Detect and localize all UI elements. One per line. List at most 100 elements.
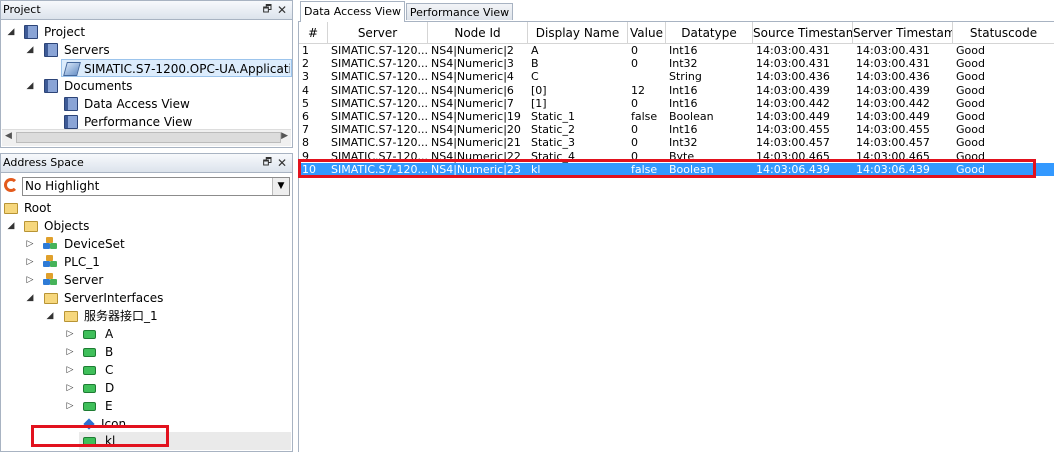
collapse-icon[interactable]: ◢ <box>25 77 35 95</box>
tree-item-project[interactable]: ◢ Project <box>1 23 291 41</box>
expand-icon[interactable]: ▷ <box>25 235 35 253</box>
tree-item-data-access-view[interactable]: Data Access View <box>1 95 291 113</box>
cell-display-name: B <box>531 57 539 71</box>
cell-server-timestamp: 14:03:00.455 <box>856 123 930 137</box>
project-panel: Project 🗗 ✕ ◢ Project ◢ Servers SIMATIC.… <box>0 0 293 148</box>
folder-icon <box>24 221 38 232</box>
pin-icon[interactable]: 🗗 <box>263 1 272 19</box>
scroll-right-icon[interactable]: ▶ <box>281 131 288 141</box>
tree-item-serverinterfaces[interactable]: ◢ ServerInterfaces <box>1 289 291 307</box>
tree-item-var-d[interactable]: ▷ D <box>1 379 291 397</box>
project-panel-header: Project 🗗 ✕ <box>1 1 292 20</box>
table-row[interactable]: 4 SIMATIC.S7-120... NS4|Numeric|6 [0] 12… <box>299 84 1054 97</box>
tree-label: D <box>105 381 115 395</box>
column-header-num[interactable]: # <box>299 22 328 44</box>
tree-label: PLC_1 <box>64 255 100 269</box>
column-header-display-name[interactable]: Display Name <box>528 22 628 44</box>
table-row[interactable]: 2 SIMATIC.S7-120... NS4|Numeric|3 B 0 In… <box>299 57 1054 70</box>
pin-icon[interactable]: 🗗 <box>263 154 272 172</box>
expand-icon[interactable]: ▷ <box>25 253 35 271</box>
tree-item-server[interactable]: ▷ Server <box>1 271 291 289</box>
table-row[interactable]: 6 SIMATIC.S7-120... NS4|Numeric|19 Stati… <box>299 110 1054 123</box>
scroll-left-icon[interactable]: ◀ <box>5 131 12 141</box>
cell-value: 0 <box>631 136 638 150</box>
tab-performance-view[interactable]: Performance View <box>406 3 513 20</box>
tree-label: E <box>105 399 113 413</box>
variable-icon <box>83 402 96 411</box>
column-header-datatype[interactable]: Datatype <box>666 22 753 44</box>
tree-item-objects[interactable]: ◢ Objects <box>1 217 291 235</box>
tree-item-server-connection[interactable]: SIMATIC.S7-1200.OPC-UA.Application:P <box>61 59 292 77</box>
tab-data-access-view[interactable]: Data Access View <box>300 1 405 22</box>
expand-icon[interactable]: ▷ <box>65 325 75 343</box>
cell-datatype: Int16 <box>669 123 698 137</box>
tree-label: Objects <box>44 219 90 233</box>
tree-label: Root <box>24 201 52 215</box>
expand-icon[interactable]: ▷ <box>65 379 75 397</box>
folder-icon <box>4 203 18 214</box>
cell-server-timestamp: 14:03:00.436 <box>856 70 930 84</box>
table-row[interactable]: 5 SIMATIC.S7-120... NS4|Numeric|7 [1] 0 … <box>299 97 1054 110</box>
tree-item-plc[interactable]: ▷ PLC_1 <box>1 253 291 271</box>
tree-label: SIMATIC.S7-1200.OPC-UA.Application:P <box>84 62 290 76</box>
cell-server-timestamp: 14:03:00.442 <box>856 96 930 110</box>
book-icon <box>44 79 58 93</box>
tree-item-var-e[interactable]: ▷ E <box>1 397 291 415</box>
scrollbar-thumb[interactable] <box>16 132 281 143</box>
cell-num: 1 <box>302 44 309 57</box>
tree-item-var-a[interactable]: ▷ A <box>1 325 291 343</box>
tree-item-deviceset[interactable]: ▷ DeviceSet <box>1 235 291 253</box>
column-header-value[interactable]: Value <box>628 22 666 44</box>
tree-item-root[interactable]: Root <box>1 199 291 217</box>
tree-item-var-b[interactable]: ▷ B <box>1 343 291 361</box>
project-panel-title: Project <box>3 3 41 16</box>
table-row[interactable]: 7 SIMATIC.S7-120... NS4|Numeric|20 Stati… <box>299 123 1054 136</box>
cell-display-name: C <box>531 70 539 84</box>
cell-source-timestamp: 14:03:00.449 <box>756 110 830 123</box>
cell-display-name: A <box>531 44 539 57</box>
column-header-node-id[interactable]: Node Id <box>428 22 528 44</box>
column-header-source-timestamp[interactable]: Source Timestamp <box>753 22 853 44</box>
table-row[interactable]: 1 SIMATIC.S7-120... NS4|Numeric|2 A 0 In… <box>299 44 1054 57</box>
cell-statuscode: Good <box>956 57 985 71</box>
tree-item-interface[interactable]: ◢ 服务器接口_1 <box>1 307 291 325</box>
chevron-down-icon[interactable]: ▼ <box>272 178 289 195</box>
object-icon <box>43 255 57 268</box>
collapse-icon[interactable]: ◢ <box>25 41 35 59</box>
table-row[interactable]: 8 SIMATIC.S7-120... NS4|Numeric|21 Stati… <box>299 136 1054 149</box>
tree-label: 服务器接口_1 <box>84 309 158 323</box>
tree-item-servers[interactable]: ◢ Servers <box>1 41 291 59</box>
column-header-statuscode[interactable]: Statuscode <box>953 22 1054 44</box>
column-header-server[interactable]: Server <box>328 22 428 44</box>
close-icon[interactable]: ✕ <box>277 1 287 19</box>
expand-icon[interactable]: ▷ <box>65 397 75 415</box>
folder-icon <box>44 293 58 304</box>
cell-node-id: NS4|Numeric|4 <box>431 70 514 84</box>
highlight-select[interactable]: No Highlight ▼ <box>22 177 290 196</box>
cell-server: SIMATIC.S7-120... <box>331 83 428 97</box>
collapse-icon[interactable]: ◢ <box>6 23 16 41</box>
cell-num: 3 <box>302 70 309 84</box>
cell-num: 7 <box>302 123 309 137</box>
expand-icon[interactable]: ▷ <box>25 271 35 289</box>
horizontal-scrollbar[interactable]: ◀ ▶ <box>2 129 291 146</box>
tree-item-documents[interactable]: ◢ Documents <box>1 77 291 95</box>
cell-node-id: NS4|Numeric|2 <box>431 44 514 57</box>
collapse-icon[interactable]: ◢ <box>45 307 55 325</box>
expand-icon[interactable]: ▷ <box>65 361 75 379</box>
cell-num: 5 <box>302 96 309 110</box>
cell-datatype: Int32 <box>669 136 698 150</box>
close-icon[interactable]: ✕ <box>277 154 287 172</box>
cell-display-name: Static_1 <box>531 110 575 123</box>
variable-icon <box>83 384 96 393</box>
cell-source-timestamp: 14:03:00.436 <box>756 70 830 84</box>
collapse-icon[interactable]: ◢ <box>6 217 16 235</box>
table-row[interactable]: 3 SIMATIC.S7-120... NS4|Numeric|4 C Stri… <box>299 70 1054 83</box>
expand-icon[interactable]: ▷ <box>65 343 75 361</box>
tree-item-var-c[interactable]: ▷ C <box>1 361 291 379</box>
cell-num: 4 <box>302 83 309 97</box>
refresh-icon[interactable] <box>4 178 18 192</box>
column-header-server-timestamp[interactable]: Server Timestamp <box>853 22 953 44</box>
collapse-icon[interactable]: ◢ <box>25 289 35 307</box>
cell-value <box>628 70 666 83</box>
